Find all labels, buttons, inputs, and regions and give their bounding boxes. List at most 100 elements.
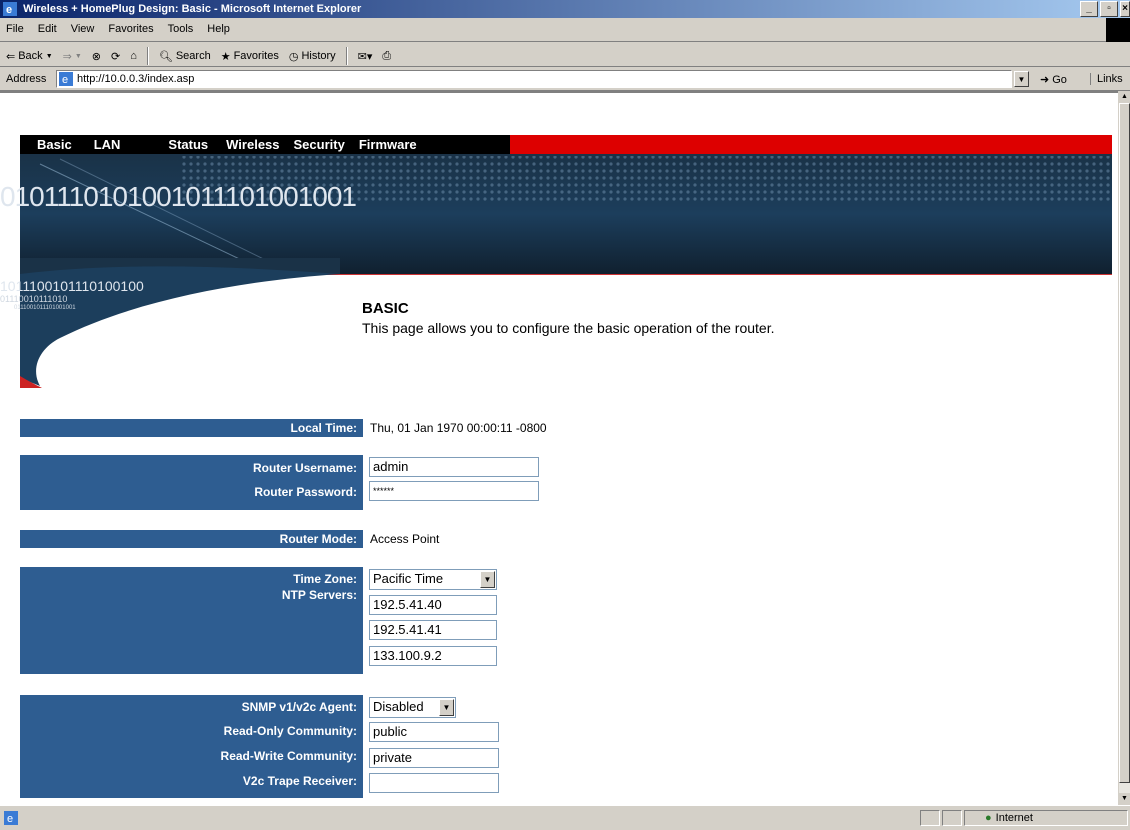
read-write-community-input[interactable]: private [369, 748, 499, 768]
go-button[interactable]: ➜ Go [1040, 73, 1067, 87]
mail-icon[interactable]: ✉▾ [358, 50, 373, 63]
time-zone-value: Pacific Time [373, 571, 444, 586]
snmp-agent-select[interactable]: Disabled ▼ [369, 697, 456, 718]
zone-label: Internet [995, 812, 1033, 824]
time-zone-select[interactable]: Pacific Time ▼ [369, 569, 497, 590]
snmp-agent-label: SNMP v1/v2c Agent: [241, 700, 357, 714]
favorites-button[interactable]: ★ Favorites [221, 50, 279, 63]
svg-text:e: e [62, 74, 68, 86]
minimize-button[interactable]: _ [1080, 1, 1098, 17]
scroll-up-icon[interactable]: ▲ [1119, 91, 1130, 103]
search-button[interactable]: 🔍︎ Search [159, 50, 211, 63]
back-button[interactable]: ⇐ Back ▼ [6, 50, 53, 63]
snmp-agent-value: Disabled [373, 699, 424, 714]
page-icon: e [59, 72, 73, 86]
ntp-servers-label: NTP Servers: [281, 588, 357, 602]
history-icon: ◷ [288, 50, 299, 63]
scroll-down-icon[interactable]: ▼ [1119, 793, 1130, 805]
banner-binary-small: 01110010111010 [0, 294, 68, 304]
trap-receiver-input[interactable] [369, 773, 499, 793]
nav-wireless[interactable]: Wireless [226, 137, 279, 152]
banner-dots [39, 156, 1110, 273]
page-status-icon: e [4, 811, 18, 825]
menu-help[interactable]: Help [207, 23, 230, 35]
password-label: Router Password: [254, 485, 357, 499]
history-label: History [301, 50, 336, 62]
menu-edit[interactable]: Edit [38, 23, 57, 35]
nav-lan[interactable]: LAN [94, 137, 121, 152]
menu-bar: File Edit View Favorites Tools Help [0, 18, 1130, 42]
forward-arrow-icon: ⇒ [62, 50, 72, 63]
home-icon[interactable]: ⌂ [130, 50, 137, 62]
svg-text:e: e [6, 4, 12, 16]
local-time-label: Local Time: [290, 421, 357, 435]
time-zone-label: Time Zone: [293, 572, 357, 586]
refresh-icon[interactable]: ⟳ [111, 50, 120, 63]
window-title: Wireless + HomePlug Design: Basic - Micr… [23, 3, 362, 16]
router-mode-value: Access Point [370, 532, 440, 546]
banner-binary-medium: 1011100101110100100 [0, 278, 144, 294]
scroll-thumb[interactable] [1119, 103, 1130, 783]
status-cell [920, 810, 940, 826]
snmp-section: SNMP v1/v2c Agent: Read-Only Community: … [20, 695, 363, 798]
ntp-server-3-input[interactable]: 133.100.9.2 [369, 646, 497, 666]
nav-bar: Basic LAN Status Wireless Security Firmw… [20, 135, 1112, 154]
internet-zone-icon: ● [985, 812, 992, 824]
stop-icon[interactable]: ⊗ [92, 50, 101, 63]
banner-binary-tiny: 0111001011101001001 [14, 305, 76, 311]
favorites-label: Favorites [233, 50, 279, 62]
page-title: BASIC [362, 300, 409, 317]
password-input[interactable]: ****** [369, 481, 539, 501]
search-label: Search [175, 50, 211, 62]
go-arrow-icon: ➜ [1040, 74, 1050, 86]
trap-receiver-label: V2c Trape Receiver: [242, 774, 357, 788]
nav-status[interactable]: Status [168, 137, 208, 152]
nav-security[interactable]: Security [294, 137, 345, 152]
menu-view[interactable]: View [71, 23, 95, 35]
nav-firmware[interactable]: Firmware [359, 137, 417, 152]
menu-favorites[interactable]: Favorites [108, 23, 153, 35]
vertical-scrollbar[interactable]: ▲ ▼ [1118, 91, 1130, 805]
address-bar: Address e http://10.0.0.3/index.asp ▼ ➜ … [0, 67, 1130, 91]
address-label: Address [6, 73, 47, 85]
ntp-server-1-input[interactable]: 192.5.41.40 [369, 595, 497, 615]
toolbar-separator [146, 47, 149, 65]
page-content: Basic LAN Status Wireless Security Firmw… [0, 91, 1118, 805]
status-bar: e ● Internet [0, 805, 1130, 830]
windows-logo-icon [1106, 18, 1130, 42]
status-cell [942, 810, 962, 826]
forward-button[interactable]: ⇒ ▼ [63, 50, 82, 63]
ntp-server-2-input[interactable]: 192.5.41.41 [369, 620, 497, 640]
toolbar-separator [345, 47, 348, 65]
history-button[interactable]: ◷ History [289, 50, 336, 63]
read-only-community-input[interactable]: public [369, 722, 499, 742]
read-only-community-label: Read-Only Community: [223, 724, 357, 738]
search-icon: 🔍︎ [158, 50, 173, 63]
address-input[interactable]: e http://10.0.0.3/index.asp [56, 70, 1012, 88]
print-icon[interactable]: ⎙ [382, 50, 391, 63]
svg-text:e: e [7, 813, 13, 825]
router-mode-label: Router Mode: [279, 532, 357, 546]
menu-file[interactable]: File [6, 23, 24, 35]
local-time-section: Local Time: [20, 419, 363, 437]
time-zone-section: Time Zone: NTP Servers: [20, 567, 363, 674]
ie-app-icon: e [3, 2, 17, 17]
title-bar: e Wireless + HomePlug Design: Basic - Mi… [0, 0, 1130, 18]
restore-button[interactable]: ▫ [1100, 1, 1118, 17]
menu-tools[interactable]: Tools [168, 23, 194, 35]
nav-basic[interactable]: Basic [37, 137, 72, 152]
dropdown-icon: ▼ [45, 52, 53, 60]
back-arrow-icon: ⇐ [6, 50, 16, 63]
username-input[interactable]: admin [369, 457, 539, 477]
local-time-value: Thu, 01 Jan 1970 00:00:11 -0800 [370, 421, 547, 435]
header-banner [20, 154, 1112, 274]
close-button[interactable]: × [1120, 1, 1130, 17]
address-dropdown-button[interactable]: ▼ [1014, 71, 1029, 87]
links-button[interactable]: Links [1090, 73, 1123, 85]
dropdown-icon: ▼ [74, 52, 82, 60]
favorites-icon: ★ [220, 50, 231, 63]
username-label: Router Username: [252, 461, 357, 475]
chevron-down-icon: ▼ [480, 571, 495, 588]
back-label: Back [18, 50, 43, 62]
banner-binary-large: 0101110101001011101001001 [0, 181, 357, 212]
